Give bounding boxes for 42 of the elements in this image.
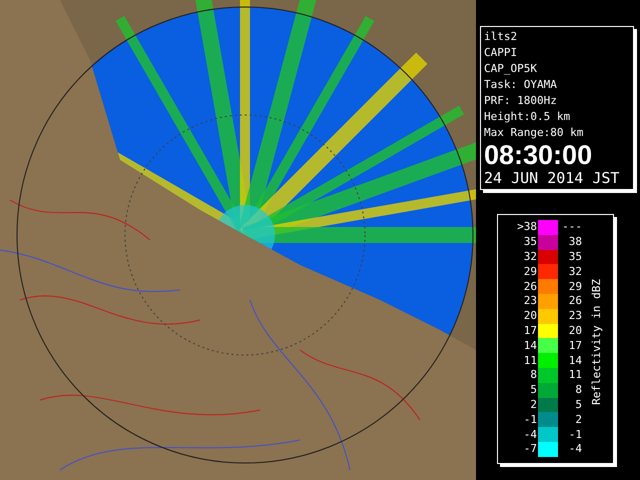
- legend-high-value: 38: [568, 235, 582, 250]
- date-text: 24 JUN 2014 JST: [484, 169, 620, 187]
- legend-low-value: 2: [529, 398, 538, 412]
- legend-high-value: -1: [568, 428, 582, 442]
- legend-low-value: 5: [529, 383, 538, 398]
- legend-low-value: 20: [522, 309, 538, 324]
- info-text: Height:0.5 km: [484, 109, 572, 125]
- time-text: 08:30:00: [484, 141, 594, 169]
- legend-high-value: 23: [568, 309, 582, 324]
- legend-low-value: 17: [522, 324, 538, 338]
- legend-high-value: 2: [574, 412, 582, 427]
- legend-high-value: ---: [561, 220, 582, 234]
- legend-low-value: 29: [522, 264, 538, 279]
- legend-high-value: -4: [568, 442, 582, 456]
- legend-title: Reflectivity in dBZ: [589, 278, 604, 404]
- legend-high-value: 35: [568, 250, 582, 264]
- info-text: Max Range:80 km: [484, 125, 584, 141]
- legend-high-value: 11: [568, 368, 582, 382]
- legend-low-value: 14: [522, 338, 538, 353]
- legend-high-value: 29: [568, 280, 582, 294]
- legend-low-value: >38: [516, 220, 538, 234]
- legend-low-value: -4: [522, 428, 538, 442]
- info-text: PRF: 1800Hz: [484, 93, 558, 109]
- legend-high-value: 32: [568, 264, 582, 279]
- legend-high-value: 17: [568, 338, 582, 353]
- legend-high-value: 20: [568, 324, 582, 338]
- info-text: CAP_OP5K: [484, 61, 538, 77]
- legend-low-value: 23: [522, 294, 538, 308]
- info-text: CAPPI: [484, 45, 518, 61]
- legend-low-value: 11: [522, 354, 538, 368]
- legend-high-value: 14: [568, 354, 582, 368]
- legend-low-value: -1: [522, 412, 538, 427]
- legend-high-value: 8: [574, 383, 582, 398]
- info-text: Task: OYAMA: [484, 77, 558, 93]
- legend-low-value: 8: [529, 368, 538, 382]
- legend-high-value: 5: [574, 398, 582, 412]
- info-text: ilts2: [484, 29, 518, 45]
- legend-high-value: 26: [568, 294, 582, 308]
- legend-low-value: -7: [522, 442, 538, 456]
- legend-low-value: 26: [522, 280, 538, 294]
- legend-low-value: 32: [522, 250, 538, 264]
- legend-low-value: 35: [522, 235, 538, 250]
